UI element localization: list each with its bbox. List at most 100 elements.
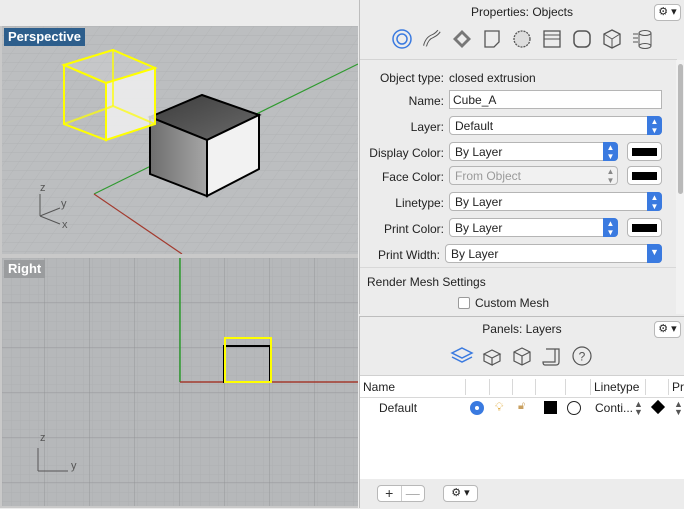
layer-select[interactable]: Default ▲ ▼ xyxy=(449,116,662,135)
print-color-value: By Layer xyxy=(455,221,503,235)
material-tab-icon[interactable] xyxy=(447,26,477,52)
linetype-chevron-icon: ▲ ▼ xyxy=(647,192,662,211)
blocks-icon[interactable] xyxy=(507,343,537,369)
layer-states-icon[interactable] xyxy=(477,343,507,369)
layer-select-chevron-icon: ▲ ▼ xyxy=(647,116,662,135)
layers-title: Panels: Layers xyxy=(482,322,562,336)
display-color-value: By Layer xyxy=(455,145,503,159)
column-linetype[interactable]: Linetype xyxy=(594,380,639,394)
name-row: Name: Cube_A xyxy=(360,90,677,112)
properties-scroll-thumb[interactable] xyxy=(678,64,683,194)
print-color-label: Print Color: xyxy=(383,222,444,236)
layer-select-value: Default xyxy=(455,119,494,133)
face-color-swatch-fill xyxy=(632,172,657,180)
column-print-width[interactable]: Pr xyxy=(672,380,684,394)
header-separator xyxy=(535,379,536,395)
print-color-row: Print Color: By Layer ▲ ▼ xyxy=(360,218,677,240)
viewport-top-strip xyxy=(0,0,358,26)
layers-footer-gear-button[interactable]: ⚙︎ ▾ xyxy=(443,485,478,502)
print-color-swatch[interactable] xyxy=(627,218,662,237)
layer-label: Layer: xyxy=(410,120,444,134)
axis-y-label: y xyxy=(61,198,67,210)
section-divider xyxy=(360,267,677,268)
print-width-select[interactable]: By Layer ▼ xyxy=(445,244,662,263)
face-color-value: From Object xyxy=(455,169,522,183)
layer-color-swatch[interactable] xyxy=(544,401,557,414)
section-tab-icon[interactable] xyxy=(537,26,567,52)
layer-row-default[interactable]: Default 💡︎ 🔓︎ Conti... ▲ ▼ ▲ ▼ xyxy=(360,398,684,418)
header-separator xyxy=(512,379,513,395)
add-remove-control: + — xyxy=(377,485,425,502)
remove-layer-button[interactable]: — xyxy=(400,486,425,501)
axis-z-label-right: z xyxy=(40,432,46,444)
header-separator xyxy=(645,379,646,395)
round-tab-icon[interactable] xyxy=(567,26,597,52)
curve-tab-icon[interactable] xyxy=(417,26,447,52)
perspective-scene xyxy=(2,26,358,254)
print-width-chevron-icon[interactable]: ▲ ▼ xyxy=(674,400,683,417)
database-tab-icon[interactable] xyxy=(627,26,657,52)
print-width-row: Print Width: By Layer ▼ xyxy=(360,244,677,266)
right-label[interactable]: Right xyxy=(4,260,46,278)
lightbulb-icon[interactable]: 💡︎ xyxy=(495,400,503,415)
layers-stack-icon[interactable] xyxy=(447,343,477,369)
right-viewport[interactable]: Right z y xyxy=(2,258,358,506)
object-type-value: closed extrusion xyxy=(449,71,536,85)
layers-footer: + — ⚙︎ ▾ xyxy=(360,479,684,509)
render-mesh-settings-title: Render Mesh Settings xyxy=(367,275,486,289)
layer-linetype[interactable]: Conti... xyxy=(595,401,633,415)
help-icon[interactable]: ? xyxy=(567,343,597,369)
name-field[interactable]: Cube_A xyxy=(449,90,662,109)
viewport-area: Perspective z y x Right z y xyxy=(0,0,358,508)
display-color-select[interactable]: By Layer ▲ ▼ xyxy=(449,142,618,161)
add-layer-button[interactable]: + xyxy=(378,486,401,501)
page-tab-icon[interactable] xyxy=(477,26,507,52)
lock-icon[interactable]: 🔓︎ xyxy=(518,400,525,413)
display-color-label: Display Color: xyxy=(369,146,444,160)
perspective-viewport[interactable]: Perspective z y x xyxy=(2,26,358,254)
print-color-select[interactable]: By Layer ▲ ▼ xyxy=(449,218,618,237)
header-separator xyxy=(465,379,466,395)
face-color-swatch[interactable] xyxy=(627,166,662,185)
layers-table: Name Linetype Pr Default 💡︎ 🔓︎ Conti... … xyxy=(360,375,684,479)
display-color-swatch[interactable] xyxy=(627,142,662,161)
properties-body: Object type: closed extrusion Name: Cube… xyxy=(360,59,677,314)
perspective-label[interactable]: Perspective xyxy=(4,28,85,46)
properties-gear-button[interactable]: ⚙︎ ▾ xyxy=(654,4,681,21)
print-width-chevron-icon: ▼ xyxy=(647,244,662,263)
object-type-row: Object type: closed extrusion xyxy=(360,67,677,89)
custom-mesh-checkbox[interactable] xyxy=(458,297,470,309)
material-circle-icon[interactable] xyxy=(567,401,581,415)
custom-mesh-row: Custom Mesh xyxy=(458,296,549,310)
face-color-label: Face Color: xyxy=(381,170,444,184)
layers-table-header: Name Linetype Pr xyxy=(360,376,684,398)
column-name[interactable]: Name xyxy=(363,380,395,394)
print-width-value: By Layer xyxy=(451,247,499,261)
display-color-chevron-icon: ▲ ▼ xyxy=(603,142,618,161)
current-layer-icon[interactable] xyxy=(470,401,484,415)
axis-x-label: x xyxy=(62,219,68,231)
decal-tab-icon[interactable] xyxy=(507,26,537,52)
face-color-select[interactable]: From Object ▲ ▼ xyxy=(449,166,618,185)
svg-text:?: ? xyxy=(579,350,586,364)
display-color-row: Display Color: By Layer ▲ ▼ xyxy=(360,142,677,164)
properties-scrollbar[interactable] xyxy=(676,60,684,314)
properties-panel: Properties: Objects ⚙︎ ▾ Object type: cl… xyxy=(359,0,684,314)
object-type-label: Object type: xyxy=(379,71,444,85)
linetype-select[interactable]: By Layer ▲ ▼ xyxy=(449,192,662,211)
print-width-label: Print Width: xyxy=(377,248,440,262)
layers-gear-button[interactable]: ⚙︎ ▾ xyxy=(654,321,681,338)
axis-y-label-right: y xyxy=(71,460,77,472)
scroll-doc-icon[interactable] xyxy=(537,343,567,369)
layers-tab-row: ? xyxy=(360,343,684,369)
header-separator xyxy=(565,379,566,395)
print-color-diamond-icon[interactable] xyxy=(650,399,666,415)
properties-title: Properties: Objects xyxy=(470,5,574,19)
object-tab-icon[interactable] xyxy=(387,26,417,52)
mesh-tab-icon[interactable] xyxy=(597,26,627,52)
linetype-chevron-icon[interactable]: ▲ ▼ xyxy=(634,400,643,417)
header-separator xyxy=(590,379,591,395)
face-color-chevron-icon: ▲ ▼ xyxy=(606,167,615,185)
layer-row: Layer: Default ▲ ▼ xyxy=(360,116,677,138)
layer-name[interactable]: Default xyxy=(379,401,417,415)
